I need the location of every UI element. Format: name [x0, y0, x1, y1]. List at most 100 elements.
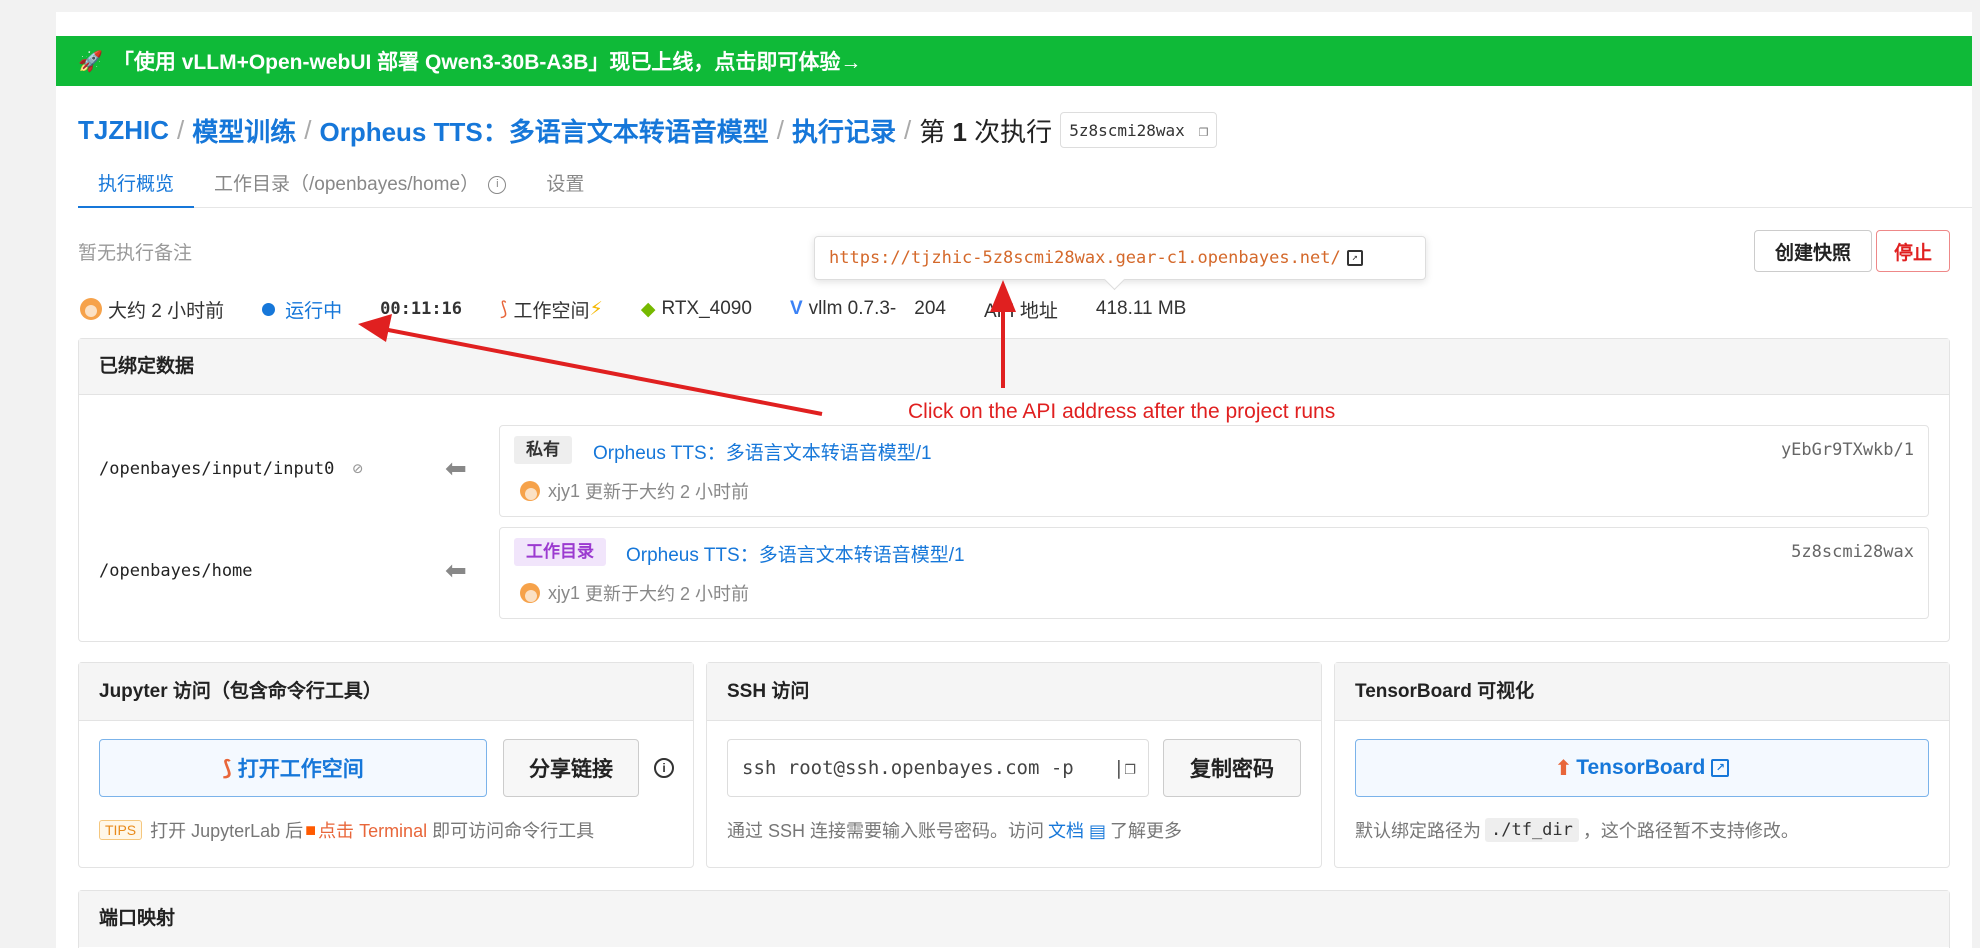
meta-workspace[interactable]: ⟆ 工作空间 ⚡ — [500, 296, 603, 323]
meta-size: 418.11 MB — [1096, 298, 1186, 320]
dataset-meta: xjy1 更新于大约 2 小时前 — [520, 478, 749, 504]
info-icon[interactable]: i — [654, 758, 674, 778]
api-link[interactable]: API 地址 — [984, 296, 1058, 323]
port-mapping-panel: 端口映射 — [78, 890, 1950, 948]
breadcrumb-separator: / — [177, 114, 185, 145]
external-link-icon: ↗ — [1711, 759, 1730, 777]
tensorboard-title: TensorBoard 可视化 — [1335, 663, 1949, 721]
banner-text: 「使用 vLLM+Open-webUI 部署 Qwen3-30B-A3B」现已上… — [112, 51, 862, 74]
tip-text-a: 打开 JupyterLab 后 — [150, 821, 304, 841]
breadcrumb-separator: / — [304, 114, 312, 145]
tip-text-b: 点击 Terminal — [318, 821, 428, 841]
tab-settings[interactable]: 设置 — [526, 162, 604, 208]
ssh-command-field[interactable]: ssh root@ssh.openbayes.com -p |❐ — [727, 739, 1149, 797]
tab-bar: 执行概览 工作目录（/openbayes/home） i 设置 — [78, 162, 1972, 208]
meta-status: 运行中 — [262, 296, 342, 323]
breadcrumb-records[interactable]: 执行记录 — [792, 112, 896, 149]
document-icon: ▤ — [1089, 821, 1107, 841]
breadcrumb-separator: / — [776, 114, 784, 145]
duration-text: 00:11:16 — [380, 299, 463, 319]
tensorflow-icon: ⬆ — [1554, 756, 1573, 780]
bound-data-panel: 已绑定数据 /openbayes/input/input0 ⊘ ⬅ 私有 Orp… — [78, 338, 1950, 642]
docs-link[interactable]: 文档 ▤ — [1048, 817, 1106, 843]
current-number: 1 — [952, 116, 967, 147]
dataset-link[interactable]: Orpheus TTS：多语言文本转语音模型/1 — [593, 438, 932, 465]
tb-tip-a: 默认绑定路径为 — [1355, 821, 1481, 841]
gpu-text: RTX_4090 — [661, 298, 752, 319]
create-snapshot-button[interactable]: 创建快照 — [1754, 230, 1872, 272]
bolt-icon: ⚡ — [589, 298, 603, 320]
ssh-tip: 通过 SSH 连接需要输入账号密码。访问 文档 ▤ 了解更多 — [727, 817, 1182, 843]
copy-icon[interactable]: |❐ — [1109, 740, 1136, 796]
avatar — [80, 298, 102, 320]
copy-icon[interactable]: ❐ — [1199, 121, 1209, 140]
copy-password-button[interactable]: 复制密码 — [1163, 739, 1301, 797]
promo-banner[interactable]: 🚀 「使用 vLLM+Open-webUI 部署 Qwen3-30B-A3B」现… — [56, 36, 1972, 86]
workspace-text: 工作空间 — [513, 300, 590, 322]
bound-dataset-card: 私有 Orpheus TTS：多语言文本转语音模型/1 yEbGr9TXwkb/… — [499, 425, 1929, 517]
open-workspace-label: 打开工作空间 — [237, 758, 364, 781]
workdir-meta: xjy1 更新于大约 2 小时前 — [520, 580, 749, 606]
info-icon[interactable]: i — [488, 175, 507, 194]
tensorboard-tip: 默认绑定路径为 ./tf_dir ，这个路径暂不支持修改。 — [1355, 817, 1799, 843]
breadcrumb-project[interactable]: Orpheus TTS：多语言文本转语音模型 — [319, 112, 768, 149]
share-link-button[interactable]: 分享链接 — [503, 739, 639, 797]
meta-created: 大约 2 小时前 — [80, 296, 224, 323]
breadcrumb-section[interactable]: 模型训练 — [192, 112, 296, 149]
ssh-tip-a: 通过 SSH 连接需要输入账号密码。访问 — [727, 821, 1045, 841]
run-meta: 大约 2 小时前 运行中 00:11:16 ⟆ 工作空间 ⚡ ◆ RTX_409… — [80, 292, 1224, 326]
unlink-icon[interactable]: ⊘ — [353, 459, 363, 479]
current-prefix: 第 — [919, 116, 946, 147]
rocket-icon: 🚀 — [78, 50, 103, 73]
meta-duration: 00:11:16 — [380, 299, 462, 319]
avatar — [520, 583, 540, 603]
dataset-version: yEbGr9TXwkb/1 — [1780, 440, 1914, 460]
workdir-version: 5z8scmi28wax — [1791, 542, 1914, 562]
jupyter-card: Jupyter 访问（包含命令行工具） ⟆ 打开工作空间 分享链接 i TIPS… — [78, 662, 694, 868]
api-url-tooltip[interactable]: https://tjzhic-5z8scmi28wax.gear-c1.open… — [814, 236, 1426, 280]
ssh-command: ssh root@ssh.openbayes.com -p — [742, 757, 1074, 779]
open-workspace-button[interactable]: ⟆ 打开工作空间 — [99, 739, 487, 797]
tensorboard-label: TensorBoard — [1576, 756, 1706, 779]
image-text-tail: 204 — [914, 298, 946, 319]
workdir-updated: 更新于大约 2 小时前 — [585, 584, 750, 604]
workdir-user: xjy1 — [548, 582, 581, 603]
stop-button[interactable]: 停止 — [1876, 230, 1950, 272]
run-id: 5z8scmi28wax — [1069, 120, 1185, 140]
jupyter-icon: ⟆ — [222, 756, 232, 780]
avatar — [520, 481, 540, 501]
bind-path: /openbayes/home — [99, 561, 253, 581]
meta-api[interactable]: API 地址 — [984, 296, 1058, 323]
ssh-card: SSH 访问 ssh root@ssh.openbayes.com -p |❐ … — [706, 662, 1322, 868]
run-id-box: 5z8scmi28wax ❐ — [1060, 112, 1218, 148]
video-camera-icon: ■ — [305, 819, 317, 840]
created-text: 大约 2 小时前 — [108, 300, 225, 322]
annotation-text: Click on the API address after the proje… — [908, 400, 1336, 423]
tab-workdir[interactable]: 工作目录（/openbayes/home） i — [194, 162, 526, 208]
bound-data-title: 已绑定数据 — [79, 339, 1949, 395]
tensorboard-button[interactable]: ⬆ TensorBoard ↗ — [1355, 739, 1929, 797]
dataset-user: xjy1 — [548, 480, 581, 501]
run-note[interactable]: 暂无执行备注 — [78, 238, 192, 265]
api-url[interactable]: https://tjzhic-5z8scmi28wax.gear-c1.open… — [829, 248, 1341, 268]
tab-overview[interactable]: 执行概览 — [78, 162, 195, 208]
arrow-left-icon: ⬅ — [445, 453, 467, 483]
jupyter-icon: ⟆ — [500, 298, 508, 320]
bound-workdir-card: 工作目录 Orpheus TTS：多语言文本转语音模型/1 5z8scmi28w… — [499, 527, 1929, 619]
dataset-updated: 更新于大约 2 小时前 — [585, 482, 750, 502]
tip-text-c: 即可访问命令行工具 — [432, 821, 595, 841]
arrow-left-icon: ⬅ — [445, 555, 467, 585]
bind-path-text: /openbayes/home — [99, 561, 253, 581]
size-text: 418.11 MB — [1095, 298, 1187, 319]
tb-tip-b: ，这个路径暂不支持修改。 — [1582, 821, 1799, 841]
external-link-icon[interactable]: ↗ — [1346, 250, 1363, 266]
docs-link-text: 文档 — [1048, 821, 1085, 841]
bound-row: /openbayes/input/input0 ⊘ ⬅ 私有 Orpheus T… — [79, 425, 1949, 517]
jupyter-tip: TIPS 打开 JupyterLab 后 ■ 点击 Terminal 即可访问命… — [99, 817, 594, 843]
breadcrumb-org[interactable]: TJZHIC — [78, 115, 169, 146]
breadcrumb-current: 第 1 次执行 — [919, 112, 1052, 149]
workdir-link[interactable]: Orpheus TTS：多语言文本转语音模型/1 — [626, 540, 965, 567]
private-badge: 私有 — [514, 436, 572, 464]
meta-gpu: ◆ RTX_4090 — [641, 298, 752, 321]
bind-path: /openbayes/input/input0 ⊘ — [99, 459, 363, 479]
